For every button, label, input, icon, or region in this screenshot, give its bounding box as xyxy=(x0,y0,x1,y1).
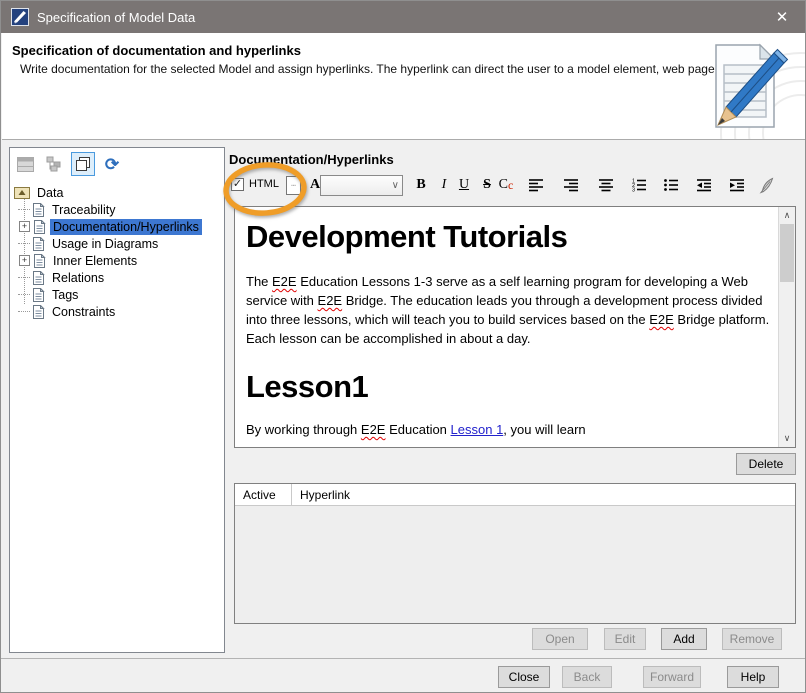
scroll-down-icon[interactable]: ∨ xyxy=(779,430,795,447)
expand-icon[interactable]: + xyxy=(19,255,30,266)
tree-node-label: Traceability xyxy=(49,202,118,218)
tree-node-constraints[interactable]: Constraints xyxy=(14,303,222,320)
increase-indent-icon xyxy=(729,178,745,192)
doc-heading-2: Lesson1 xyxy=(246,369,772,405)
forward-button[interactable]: Forward xyxy=(643,666,701,688)
page-icon xyxy=(32,288,45,302)
doc-paragraph-2: By working through E2E Education Lesson … xyxy=(246,420,772,439)
standard-mode-icon[interactable] xyxy=(71,152,95,176)
column-header-hyperlink: Hyperlink xyxy=(292,484,350,505)
tree-node-usage[interactable]: Usage in Diagrams xyxy=(14,235,222,252)
tree-node-label: Tags xyxy=(49,287,81,303)
specification-dialog: Specification of Model Data ✕ Specificat… xyxy=(0,0,806,693)
quill-icon xyxy=(758,177,775,194)
pane-title: Documentation/Hyperlinks xyxy=(229,152,394,167)
decrease-indent-button[interactable] xyxy=(693,174,715,196)
documentation-editor[interactable]: Development Tutorials The E2E Education … xyxy=(234,206,796,448)
tree-node-tags[interactable]: Tags xyxy=(14,286,222,303)
edit-button[interactable]: Edit xyxy=(604,628,646,650)
delete-button[interactable]: Delete xyxy=(736,453,796,475)
align-right-icon xyxy=(563,178,579,192)
align-center-button[interactable] xyxy=(595,174,617,196)
tree-view-icon[interactable] xyxy=(42,152,66,176)
align-left-button[interactable] xyxy=(525,174,547,196)
add-button[interactable]: Add xyxy=(661,628,707,650)
bold-button[interactable]: B xyxy=(410,174,432,196)
html-checkbox-label[interactable]: HTML xyxy=(249,178,279,190)
close-icon[interactable]: ✕ xyxy=(759,1,805,33)
note-icon[interactable]: ┄ xyxy=(286,176,301,195)
tree-node-documentation[interactable]: + Documentation/Hyperlinks xyxy=(14,218,222,235)
refresh-icon[interactable]: ⟳ xyxy=(100,152,124,176)
header-description: Write documentation for the selected Mod… xyxy=(20,62,754,76)
dialog-header: Specification of documentation and hyper… xyxy=(2,33,806,140)
document-pencil-icon xyxy=(700,37,790,137)
tree-node-label: Inner Elements xyxy=(50,253,140,269)
app-icon xyxy=(11,8,29,26)
change-case-button[interactable]: Cc xyxy=(495,174,517,196)
tree-node-root[interactable]: Data xyxy=(14,184,222,201)
open-button[interactable]: Open xyxy=(532,628,588,650)
column-header-active: Active xyxy=(235,484,292,505)
hyperlink-table[interactable]: Active Hyperlink xyxy=(234,483,796,624)
chevron-down-icon: ∨ xyxy=(392,180,399,191)
format-toolbar: ✓ HTML ┄ A ∨ B I U S Cc 123 xyxy=(230,173,796,204)
doc-paragraph-1: The E2E Education Lessons 1-3 serve as a… xyxy=(246,272,772,348)
page-icon xyxy=(32,305,45,319)
underline-button[interactable]: U xyxy=(453,174,475,196)
bullet-list-icon xyxy=(663,178,679,192)
editor-scrollbar[interactable]: ∧ ∨ xyxy=(778,207,795,447)
spec-tree: Data Traceability + Documentation/H xyxy=(14,184,222,320)
html-checkbox[interactable]: ✓ xyxy=(231,178,244,191)
misspelled-word: E2E xyxy=(318,293,343,308)
window-title: Specification of Model Data xyxy=(37,10,195,25)
spec-nav-panel: ⟳ Data Traceability xyxy=(9,147,225,653)
page-icon xyxy=(33,254,46,268)
tree-node-label: Constraints xyxy=(49,304,118,320)
remove-button[interactable]: Remove xyxy=(722,628,782,650)
doc-heading-1: Development Tutorials xyxy=(246,219,772,255)
align-center-icon xyxy=(598,178,614,192)
back-button[interactable]: Back xyxy=(562,666,612,688)
model-icon xyxy=(14,186,30,199)
page-icon xyxy=(32,237,45,251)
properties-view-icon[interactable] xyxy=(13,152,37,176)
tree-node-label: Usage in Diagrams xyxy=(49,236,161,252)
table-header: Active Hyperlink xyxy=(235,484,795,506)
decrease-indent-icon xyxy=(696,178,712,192)
tree-node-traceability[interactable]: Traceability xyxy=(14,201,222,218)
lesson-1-link[interactable]: Lesson 1 xyxy=(451,422,504,437)
align-right-button[interactable] xyxy=(560,174,582,196)
nav-toolbar: ⟳ xyxy=(13,151,124,177)
page-icon xyxy=(32,271,45,285)
align-left-icon xyxy=(528,178,544,192)
close-button[interactable]: Close xyxy=(498,666,550,688)
misspelled-word: E2E xyxy=(272,274,297,289)
footer-separator xyxy=(1,658,805,659)
numbered-list-icon: 123 xyxy=(631,178,647,192)
help-button[interactable]: Help xyxy=(727,666,779,688)
tree-node-label: Relations xyxy=(49,270,107,286)
increase-indent-button[interactable] xyxy=(726,174,748,196)
title-bar[interactable]: Specification of Model Data ✕ xyxy=(1,1,805,33)
bullet-list-button[interactable] xyxy=(660,174,682,196)
numbered-list-button[interactable]: 123 xyxy=(628,174,650,196)
misspelled-word: E2E xyxy=(649,312,674,327)
tree-node-label: Documentation/Hyperlinks xyxy=(50,219,202,235)
tree-node-label: Data xyxy=(34,185,66,201)
font-select[interactable]: ∨ xyxy=(320,175,403,196)
scroll-up-icon[interactable]: ∧ xyxy=(779,207,795,224)
svg-text:3: 3 xyxy=(632,188,635,193)
misspelled-word: E2E xyxy=(361,422,386,437)
italic-button[interactable]: I xyxy=(433,174,455,196)
page-icon xyxy=(33,220,46,234)
tree-node-relations[interactable]: Relations xyxy=(14,269,222,286)
tree-node-inner-elements[interactable]: + Inner Elements xyxy=(14,252,222,269)
expand-icon[interactable]: + xyxy=(19,221,30,232)
header-title: Specification of documentation and hyper… xyxy=(12,43,301,58)
page-icon xyxy=(32,203,45,217)
insert-hyperlink-button[interactable] xyxy=(755,174,777,196)
editor-content[interactable]: Development Tutorials The E2E Education … xyxy=(235,207,778,447)
scrollbar-thumb[interactable] xyxy=(780,224,794,282)
